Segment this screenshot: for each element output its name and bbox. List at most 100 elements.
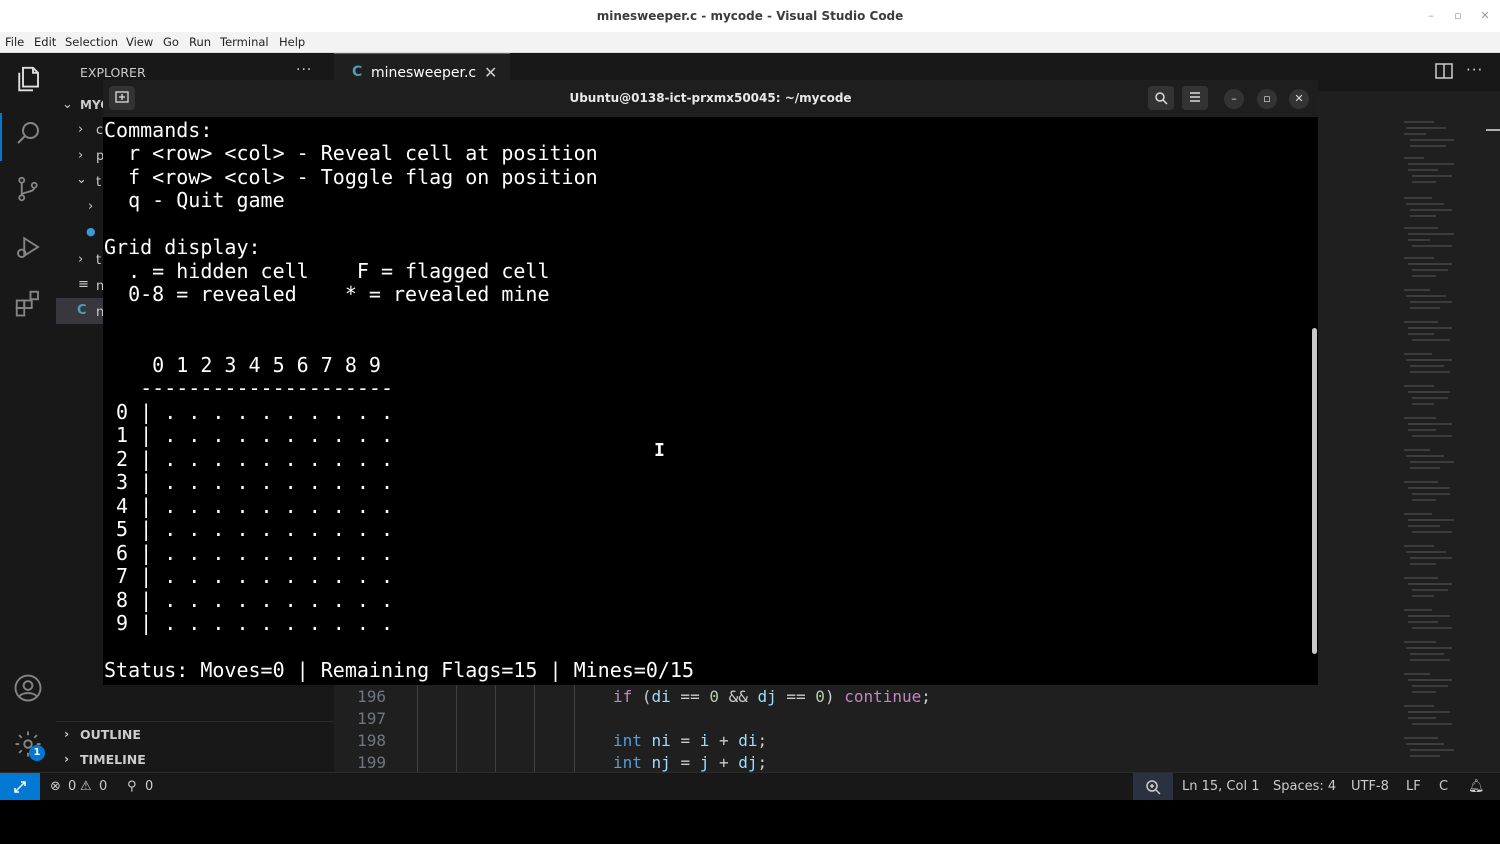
settings-update-badge: 1: [29, 745, 45, 761]
terminal-search-icon[interactable]: [1148, 86, 1174, 110]
indentation[interactable]: Spaces: 4: [1273, 779, 1336, 794]
code-line: int ni = i + di;: [613, 731, 768, 750]
encoding[interactable]: UTF-8: [1351, 779, 1389, 794]
grid-row: 2 | . . . . . . . . . .: [104, 447, 393, 471]
search-icon[interactable]: [10, 115, 46, 151]
tree-chevron-right-icon[interactable]: ›: [78, 252, 83, 267]
line-number: 197: [357, 709, 386, 728]
remote-icon: [14, 781, 26, 793]
close-window-icon[interactable]: ✕: [1478, 9, 1492, 22]
python-file-icon: ●: [86, 225, 96, 238]
terminal-close-icon[interactable]: ✕: [1289, 89, 1309, 109]
terminal-menu-icon[interactable]: [1182, 86, 1208, 110]
error-count[interactable]: 0: [68, 779, 76, 794]
terminal-title: Ubuntu@0138-ict-prxmx50045: ~/mycode: [569, 91, 852, 105]
run-debug-icon[interactable]: [10, 229, 46, 265]
terminal-line: r <row> <col> - Reveal cell at position: [104, 141, 598, 165]
terminal-maximize-icon[interactable]: ▫: [1257, 89, 1277, 109]
timeline-section[interactable]: TIMELINE: [80, 752, 146, 767]
active-indicator: [0, 113, 2, 161]
terminal-header: Ubuntu@0138-ict-prxmx50045: ~/mycode – ▫…: [103, 80, 1318, 117]
terminal-line: Commands:: [104, 118, 213, 142]
terminal-output[interactable]: Commands: r <row> <col> - Reveal cell at…: [103, 117, 1318, 685]
line-number: 199: [357, 753, 386, 772]
zoom-icon: [1146, 780, 1161, 795]
menu-go[interactable]: Go: [163, 35, 179, 49]
c-file-icon: C: [352, 64, 363, 80]
terminal-line: 0-8 = revealed * = revealed mine: [104, 282, 550, 306]
tree-chevron-down-icon[interactable]: ⌄: [76, 172, 87, 187]
terminal-line: q - Quit game: [104, 188, 285, 212]
menu-bar: File Edit Selection View Go Run Terminal…: [0, 32, 1500, 53]
grid-row: 8 | . . . . . . . . . .: [104, 588, 393, 612]
extensions-icon[interactable]: [10, 285, 46, 321]
activity-bar: [0, 53, 56, 772]
menu-help[interactable]: Help: [279, 35, 305, 49]
zoom-indicator[interactable]: [1133, 773, 1173, 800]
menu-terminal[interactable]: Terminal: [220, 35, 269, 49]
ports-count[interactable]: 0: [145, 779, 153, 794]
editor-more-icon[interactable]: ···: [1466, 61, 1483, 79]
tree-chevron-right-icon[interactable]: ›: [88, 199, 93, 214]
code-line: if (di == 0 && dj == 0) continue;: [613, 687, 931, 706]
menu-file[interactable]: File: [5, 35, 24, 49]
errors-icon[interactable]: ⊗: [50, 779, 61, 794]
explorer-more-icon[interactable]: ···: [296, 62, 312, 78]
remote-indicator[interactable]: [0, 773, 40, 800]
end-of-line[interactable]: LF: [1406, 779, 1421, 794]
line-number: 198: [357, 731, 386, 750]
source-control-icon[interactable]: [10, 171, 46, 207]
terminal-minimize-icon[interactable]: –: [1224, 89, 1244, 109]
grid-row: 6 | . . . . . . . . . .: [104, 541, 393, 565]
grid-row: 7 | . . . . . . . . . .: [104, 564, 393, 588]
section-divider: [56, 721, 334, 722]
terminal-line: f <row> <col> - Toggle flag on position: [104, 165, 598, 189]
outline-section[interactable]: OUTLINE: [80, 727, 141, 742]
text-cursor-icon: I: [654, 440, 665, 461]
status-bar: ⊗ 0 ⚠ 0 ⚲ 0 Ln 15, Col 1 Spaces: 4 UTF-8…: [0, 772, 1500, 800]
terminal-window[interactable]: Ubuntu@0138-ict-prxmx50045: ~/mycode – ▫…: [103, 80, 1318, 685]
notifications-bell-icon[interactable]: 🔔︎: [1468, 779, 1485, 794]
timeline-chevron-icon[interactable]: ›: [64, 751, 69, 766]
status-line: Status: Moves=0 | Remaining Flags=15 | M…: [104, 658, 695, 682]
window-titlebar: minesweeper.c - mycode - Visual Studio C…: [0, 0, 1500, 33]
language-mode[interactable]: C: [1439, 779, 1448, 794]
menu-view[interactable]: View: [126, 35, 153, 49]
folder-chevron-down-icon[interactable]: ⌄: [62, 97, 73, 112]
menu-run[interactable]: Run: [189, 35, 211, 49]
tree-item-6[interactable]: t: [96, 253, 101, 268]
restore-icon[interactable]: ▫: [1451, 9, 1465, 22]
text-file-icon: ≡: [78, 277, 89, 292]
grid-row: 9 | . . . . . . . . . .: [104, 611, 393, 635]
grid-row: 4 | . . . . . . . . . .: [104, 494, 393, 518]
terminal-scrollbar[interactable]: [1312, 328, 1317, 654]
warnings-icon[interactable]: ⚠: [80, 779, 92, 794]
tree-chevron-right-icon[interactable]: ›: [78, 148, 83, 163]
accounts-icon[interactable]: [10, 670, 46, 706]
menu-selection[interactable]: Selection: [65, 35, 118, 49]
terminal-line: Grid display:: [104, 235, 261, 259]
warning-count[interactable]: 0: [99, 779, 107, 794]
code-view[interactable]: 196 if (di == 0 && dj == 0) continue; 19…: [334, 681, 1394, 772]
line-number: 196: [357, 687, 386, 706]
minimize-icon[interactable]: –: [1424, 9, 1438, 22]
tree-chevron-right-icon[interactable]: ›: [78, 122, 83, 137]
outline-chevron-icon[interactable]: ›: [64, 726, 69, 741]
explorer-icon[interactable]: [10, 61, 46, 97]
explorer-title: EXPLORER: [80, 65, 146, 80]
grid-row: 0 | . . . . . . . . . .: [104, 400, 393, 424]
code-line: int nj = j + dj;: [613, 753, 768, 772]
grid-separator: ---------------------: [104, 376, 393, 400]
tree-item-3[interactable]: t: [96, 175, 101, 190]
grid-header: 0 1 2 3 4 5 6 7 8 9: [104, 353, 381, 377]
cursor-position[interactable]: Ln 15, Col 1: [1182, 779, 1259, 794]
menu-edit[interactable]: Edit: [34, 35, 56, 49]
grid-row: 1 | . . . . . . . . . .: [104, 423, 393, 447]
ports-icon[interactable]: ⚲: [127, 779, 137, 794]
minimap[interactable]: [1392, 118, 1472, 770]
terminal-line: . = hidden cell F = flagged cell: [104, 259, 550, 283]
split-editor-icon[interactable]: [1435, 63, 1453, 83]
c-file-icon: C: [77, 303, 87, 318]
overview-ruler-marker: [1486, 129, 1500, 131]
window-title: minesweeper.c - mycode - Visual Studio C…: [596, 9, 904, 23]
